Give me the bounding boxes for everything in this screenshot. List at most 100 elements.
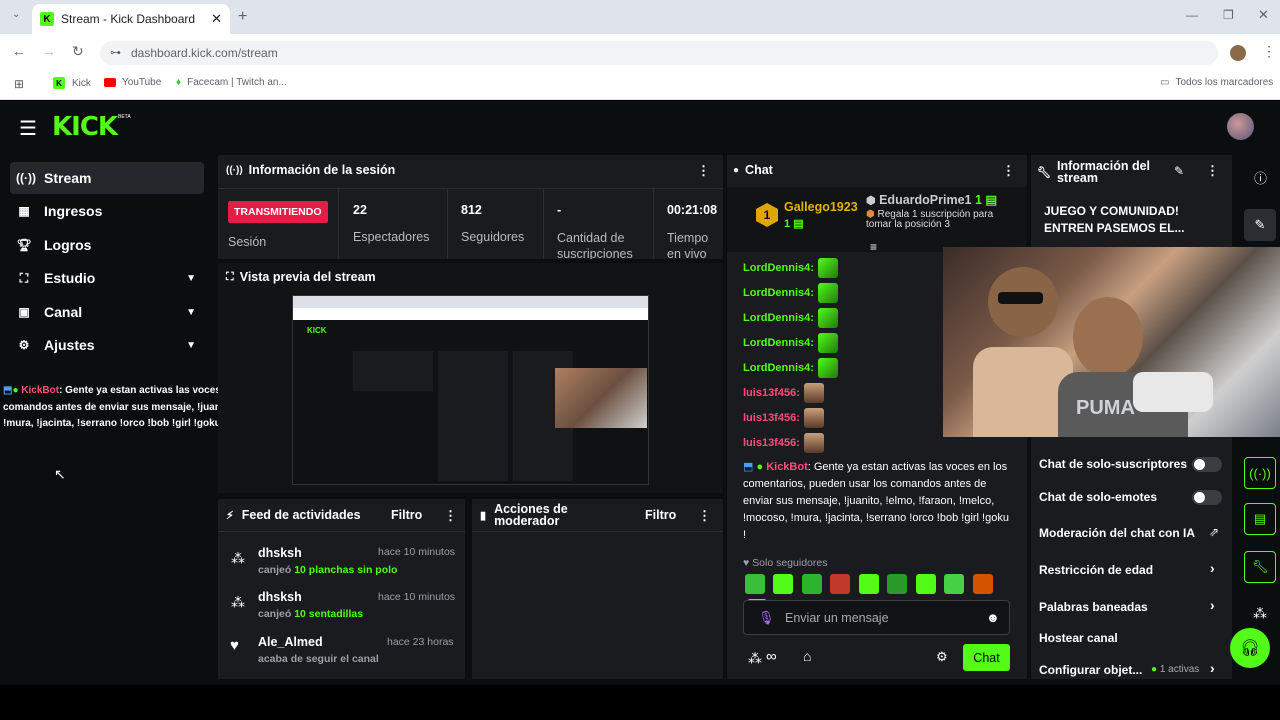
emote-icon[interactable] bbox=[773, 574, 794, 594]
feed-filter-button[interactable]: Filtro bbox=[391, 508, 422, 522]
external-link-icon[interactable]: ⇗ bbox=[1209, 525, 1219, 539]
user-avatar[interactable] bbox=[1227, 113, 1254, 140]
active-dot-icon: ● bbox=[1151, 664, 1158, 675]
microphone-icon[interactable]: 🎙︎ bbox=[758, 610, 775, 626]
preview-overlay-text bbox=[296, 386, 496, 416]
emote-icon[interactable] bbox=[944, 574, 965, 594]
mod-header: ▮ Acciones de moderador bbox=[480, 503, 584, 528]
wrench-icon: 🔧︎ bbox=[1037, 166, 1051, 179]
chat-username[interactable]: LordDennis4: bbox=[743, 362, 814, 374]
mod-filter-button[interactable]: Filtro bbox=[645, 508, 676, 522]
sidebar-item-stream[interactable]: ((·)) Stream bbox=[10, 162, 204, 194]
chat-send-button[interactable]: Chat bbox=[963, 644, 1010, 671]
collapse-icon[interactable]: ≡ bbox=[870, 240, 877, 254]
site-info-icon[interactable]: ⊶ bbox=[110, 46, 121, 59]
emotes-only-toggle[interactable] bbox=[1192, 490, 1222, 505]
emote-icon[interactable] bbox=[972, 574, 993, 594]
all-bookmarks[interactable]: ▭ Todos los marcadores bbox=[1160, 77, 1273, 88]
points-icon[interactable]: ⁂ bbox=[748, 650, 762, 667]
banned-words-row[interactable]: Palabras baneadas bbox=[1039, 600, 1148, 614]
chat-username[interactable]: LordDennis4: bbox=[743, 262, 814, 274]
url-field[interactable]: dashboard.kick.com/stream bbox=[100, 41, 1218, 65]
restore-icon[interactable]: ❐ bbox=[1223, 8, 1234, 22]
new-tab-icon[interactable]: + bbox=[238, 8, 247, 26]
chat-username[interactable]: LordDennis4: bbox=[743, 312, 814, 324]
kick-logo[interactable]: KICK bbox=[52, 112, 118, 142]
back-icon[interactable]: ← bbox=[12, 43, 26, 59]
sidebar-label: Canal bbox=[44, 304, 83, 320]
chevron-right-icon[interactable]: › bbox=[1210, 597, 1215, 613]
edit-pencil-icon[interactable]: ✎ bbox=[1174, 164, 1184, 178]
sidebar-item-ajustes[interactable]: ⚙ Ajustes ▼ bbox=[10, 329, 204, 361]
chat-settings-icon[interactable]: ⚙ bbox=[936, 649, 948, 665]
bookmark-kick[interactable]: K Kick bbox=[53, 77, 91, 89]
points-icon[interactable]: ⁂ bbox=[1253, 605, 1267, 622]
sidebar-label: Ingresos bbox=[44, 203, 103, 219]
sidebar-item-ingresos[interactable]: ▦ Ingresos bbox=[10, 195, 204, 227]
bot-icon: ⬒ bbox=[743, 461, 754, 473]
chat-username[interactable]: luis13f456: bbox=[743, 412, 800, 424]
rail-wrench-button[interactable]: 🔧︎ bbox=[1244, 551, 1276, 583]
feed-user[interactable]: dhsksh bbox=[258, 590, 302, 604]
apps-grid-icon[interactable]: ⊞ bbox=[14, 77, 24, 91]
tab-menu-icon[interactable]: ⌄ bbox=[12, 9, 20, 20]
feed-menu-icon[interactable]: ⋮ bbox=[444, 508, 457, 524]
stream-info-menu-icon[interactable]: ⋮ bbox=[1206, 163, 1219, 179]
forward-icon[interactable]: → bbox=[42, 43, 56, 59]
profile-avatar[interactable] bbox=[1230, 45, 1246, 61]
leader1-name[interactable]: Gallego1923 bbox=[784, 200, 858, 214]
host-channel-row[interactable]: Hostear canal bbox=[1039, 631, 1118, 645]
sidebar-item-canal[interactable]: ▣ Canal ▼ bbox=[10, 296, 204, 328]
edit-rail-button[interactable]: ✎ bbox=[1244, 209, 1276, 241]
goals-row[interactable]: Configurar objet... bbox=[1039, 663, 1142, 677]
hamburger-menu-icon[interactable]: ☰ bbox=[19, 116, 37, 141]
rail-broadcast-button[interactable]: ((·)) bbox=[1244, 457, 1276, 489]
rail-layout-button[interactable]: ▤ bbox=[1244, 503, 1276, 535]
chat-username[interactable]: luis13f456: bbox=[743, 437, 800, 449]
leader2-row[interactable]: ⬢ EduardoPrime1 1 ▤ bbox=[866, 192, 997, 207]
bookmark-youtube[interactable]: YouTube bbox=[104, 77, 161, 88]
chat-message: LordDennis4: bbox=[743, 308, 838, 328]
feed-user[interactable]: dhsksh bbox=[258, 546, 302, 560]
chat-input[interactable]: 🎙︎ Enviar un mensaje ☻ bbox=[743, 600, 1010, 635]
bot-username[interactable]: KickBot bbox=[766, 461, 808, 473]
age-restriction-row[interactable]: Restricción de edad bbox=[1039, 563, 1153, 577]
folder-icon: ▭ bbox=[1160, 77, 1170, 88]
emote-icon[interactable] bbox=[858, 574, 879, 594]
minimize-icon[interactable]: — bbox=[1186, 8, 1198, 22]
browser-tab[interactable]: K Stream - Kick Dashboard ✕ bbox=[32, 4, 230, 34]
subs-only-toggle[interactable] bbox=[1192, 457, 1222, 472]
chevron-right-icon[interactable]: › bbox=[1210, 660, 1215, 676]
leader2-count: 1 bbox=[974, 193, 982, 207]
ai-moderation-link[interactable]: Moderación del chat con IA bbox=[1039, 526, 1195, 540]
emote-icon[interactable] bbox=[745, 574, 765, 594]
live-status-badge: TRANSMITIENDO bbox=[228, 201, 328, 223]
bookmark-facecam[interactable]: ♦ Facecam | Twitch an... bbox=[176, 77, 287, 88]
feed-user[interactable]: Ale_Almed bbox=[258, 635, 323, 649]
close-window-icon[interactable]: ✕ bbox=[1258, 7, 1269, 23]
chat-menu-icon[interactable]: ⋮ bbox=[1002, 163, 1015, 179]
close-tab-icon[interactable]: ✕ bbox=[211, 11, 222, 27]
chat-username[interactable]: LordDennis4: bbox=[743, 337, 814, 349]
chat-username[interactable]: LordDennis4: bbox=[743, 287, 814, 299]
store-icon[interactable]: ⌂ bbox=[803, 648, 811, 664]
browser-menu-icon[interactable]: ⋮ bbox=[1262, 43, 1276, 60]
feed-header: ⚡︎ Feed de actividades bbox=[226, 508, 361, 522]
sidebar-item-estudio[interactable]: ⛶ Estudio ▼ bbox=[10, 262, 204, 294]
stream-preview-video[interactable]: KICK bbox=[292, 295, 649, 485]
emoji-icon[interactable]: ☻ bbox=[986, 610, 1000, 625]
emote-icon[interactable] bbox=[887, 574, 908, 594]
emote-icon[interactable] bbox=[915, 574, 936, 594]
live-time: 00:21:08 bbox=[667, 203, 718, 217]
chevron-right-icon[interactable]: › bbox=[1210, 560, 1215, 576]
sidebar-item-logros[interactable]: 🏆︎ Logros bbox=[10, 229, 204, 261]
mod-menu-icon[interactable]: ⋮ bbox=[698, 508, 711, 524]
support-headset-button[interactable]: 🎧︎ bbox=[1230, 628, 1270, 668]
emote-icon[interactable] bbox=[830, 574, 851, 594]
reload-icon[interactable]: ↻ bbox=[72, 43, 84, 60]
chat-username[interactable]: luis13f456: bbox=[743, 387, 800, 399]
bolt-icon: ⚡︎ bbox=[226, 509, 234, 522]
emote-icon[interactable] bbox=[801, 574, 822, 594]
info-icon[interactable]: ⓘ bbox=[1254, 168, 1267, 187]
session-menu-icon[interactable]: ⋮ bbox=[697, 163, 710, 179]
